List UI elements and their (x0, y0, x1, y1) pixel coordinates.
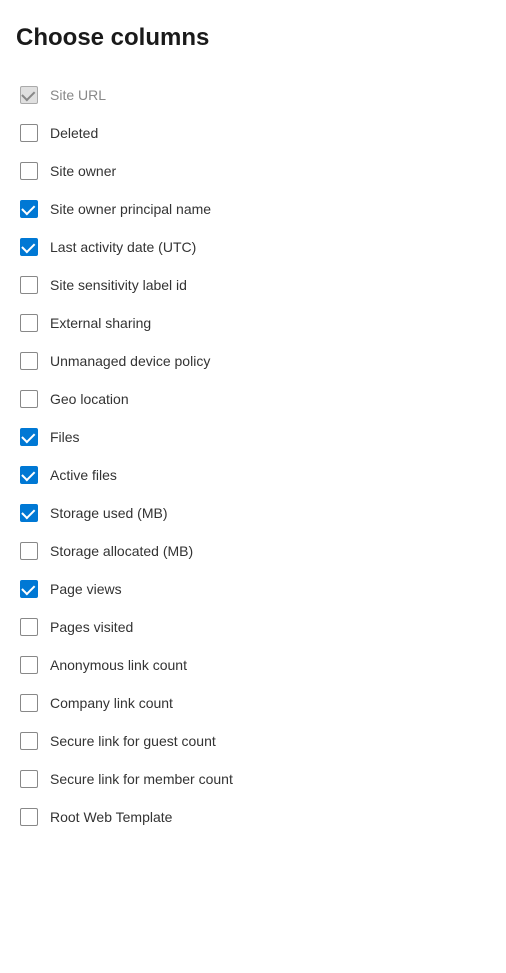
checkbox-site-owner[interactable] (20, 162, 38, 180)
label-company-link-count: Company link count (50, 695, 173, 711)
label-root-web-template: Root Web Template (50, 809, 172, 825)
column-item-active-files[interactable]: Active files (16, 456, 490, 494)
column-item-last-activity-date[interactable]: Last activity date (UTC) (16, 228, 490, 266)
page-title: Choose columns (16, 24, 490, 52)
checkbox-external-sharing[interactable] (20, 314, 38, 332)
label-pages-visited: Pages visited (50, 619, 133, 635)
column-item-page-views[interactable]: Page views (16, 570, 490, 608)
checkbox-files[interactable] (20, 428, 38, 446)
checkbox-storage-allocated[interactable] (20, 542, 38, 560)
column-item-deleted[interactable]: Deleted (16, 114, 490, 152)
checkbox-secure-link-member[interactable] (20, 770, 38, 788)
column-item-company-link-count[interactable]: Company link count (16, 684, 490, 722)
label-files: Files (50, 429, 80, 445)
column-item-external-sharing[interactable]: External sharing (16, 304, 490, 342)
column-item-pages-visited[interactable]: Pages visited (16, 608, 490, 646)
checkbox-last-activity-date[interactable] (20, 238, 38, 256)
label-geo-location: Geo location (50, 391, 129, 407)
label-secure-link-guest: Secure link for guest count (50, 733, 216, 749)
column-item-site-url: Site URL (16, 76, 490, 114)
label-secure-link-member: Secure link for member count (50, 771, 233, 787)
checkbox-site-owner-principal-name[interactable] (20, 200, 38, 218)
checkbox-secure-link-guest[interactable] (20, 732, 38, 750)
label-storage-used: Storage used (MB) (50, 505, 168, 521)
checkbox-deleted[interactable] (20, 124, 38, 142)
column-item-secure-link-guest[interactable]: Secure link for guest count (16, 722, 490, 760)
checkbox-anonymous-link-count[interactable] (20, 656, 38, 674)
label-storage-allocated: Storage allocated (MB) (50, 543, 193, 559)
column-item-storage-allocated[interactable]: Storage allocated (MB) (16, 532, 490, 570)
checkbox-storage-used[interactable] (20, 504, 38, 522)
column-item-site-sensitivity-label-id[interactable]: Site sensitivity label id (16, 266, 490, 304)
checkbox-pages-visited[interactable] (20, 618, 38, 636)
label-anonymous-link-count: Anonymous link count (50, 657, 187, 673)
checkbox-active-files[interactable] (20, 466, 38, 484)
checkbox-unmanaged-device-policy[interactable] (20, 352, 38, 370)
column-item-files[interactable]: Files (16, 418, 490, 456)
column-item-unmanaged-device-policy[interactable]: Unmanaged device policy (16, 342, 490, 380)
label-deleted: Deleted (50, 125, 98, 141)
checkbox-site-sensitivity-label-id[interactable] (20, 276, 38, 294)
label-last-activity-date: Last activity date (UTC) (50, 239, 196, 255)
checkbox-root-web-template[interactable] (20, 808, 38, 826)
label-active-files: Active files (50, 467, 117, 483)
column-item-anonymous-link-count[interactable]: Anonymous link count (16, 646, 490, 684)
checkbox-site-url (20, 86, 38, 104)
column-item-geo-location[interactable]: Geo location (16, 380, 490, 418)
checkbox-geo-location[interactable] (20, 390, 38, 408)
label-page-views: Page views (50, 581, 122, 597)
column-list: Site URL Deleted Site owner Site owner prin… (16, 76, 490, 836)
checkbox-company-link-count[interactable] (20, 694, 38, 712)
checkbox-page-views[interactable] (20, 580, 38, 598)
column-item-storage-used[interactable]: Storage used (MB) (16, 494, 490, 532)
label-unmanaged-device-policy: Unmanaged device policy (50, 353, 210, 369)
column-item-site-owner[interactable]: Site owner (16, 152, 490, 190)
label-site-owner-principal-name: Site owner principal name (50, 201, 211, 217)
label-site-sensitivity-label-id: Site sensitivity label id (50, 277, 187, 293)
label-site-owner: Site owner (50, 163, 116, 179)
column-item-root-web-template[interactable]: Root Web Template (16, 798, 490, 836)
label-external-sharing: External sharing (50, 315, 151, 331)
column-item-secure-link-member[interactable]: Secure link for member count (16, 760, 490, 798)
column-item-site-owner-principal-name[interactable]: Site owner principal name (16, 190, 490, 228)
label-site-url: Site URL (50, 87, 106, 103)
